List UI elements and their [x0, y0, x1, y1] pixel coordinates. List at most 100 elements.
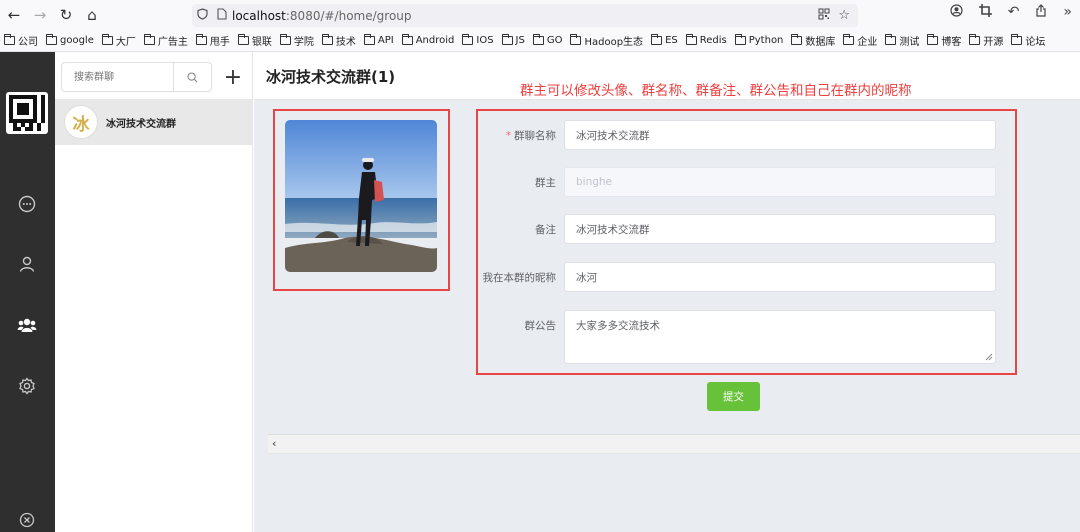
reload-icon: ↻ [59, 6, 73, 24]
bookmark-item[interactable]: google [46, 34, 94, 46]
bookmark-item[interactable]: GO [532, 34, 562, 46]
bookmark-label: 甩手 [209, 37, 230, 48]
folder-icon [101, 34, 113, 45]
bookmark-item[interactable]: 大厂 [101, 33, 136, 48]
notice-label: 群公告 [524, 320, 557, 332]
bookmark-item[interactable]: 博客 [927, 33, 961, 48]
home-button[interactable]: ⌂ [79, 2, 105, 28]
shield-icon[interactable] [192, 8, 212, 23]
folder-icon [501, 34, 513, 45]
bookmark-item[interactable]: 测试 [885, 33, 919, 48]
more-icon[interactable]: » [1063, 4, 1072, 21]
bookmark-item[interactable]: 开源 [969, 33, 1003, 48]
bookmark-label: 博客 [941, 37, 962, 48]
bookmark-item[interactable]: Android [401, 34, 455, 46]
search-button[interactable] [173, 63, 211, 91]
bookmark-item[interactable]: IOS [462, 34, 494, 46]
settings-icon[interactable] [16, 375, 38, 397]
group-search-input[interactable] [62, 63, 172, 91]
form-row-owner: 群主 binghe [476, 167, 996, 197]
plus-icon: + [223, 64, 243, 90]
folder-icon [570, 34, 582, 45]
account-icon[interactable] [950, 4, 963, 21]
bookmark-item[interactable]: 公司 [4, 33, 38, 48]
bookmark-label: API [377, 35, 394, 46]
bookmark-item[interactable]: ES [651, 34, 678, 46]
bookmark-item[interactable]: 技术 [321, 33, 356, 48]
bookmark-item[interactable]: JS [501, 34, 525, 46]
bookmark-label: Redis [699, 35, 727, 46]
share-icon[interactable] [1035, 4, 1047, 21]
bookmark-label: 企业 [857, 37, 878, 48]
user-icon[interactable] [16, 253, 38, 275]
bookmark-item[interactable]: Python [734, 34, 784, 46]
folder-icon [363, 34, 375, 45]
forward-button[interactable]: → [27, 2, 53, 28]
notice-text: 大家多多交流技术 [576, 320, 660, 332]
bookmark-label: Python [748, 35, 784, 46]
back-icon: ← [7, 6, 21, 24]
folder-icon [4, 34, 15, 45]
bookmark-item[interactable]: 学院 [279, 33, 314, 48]
bookmark-label: Hadoop生态 [584, 37, 644, 48]
notice-textarea[interactable]: 大家多多交流技术 [564, 310, 996, 364]
form-row-notice: 群公告 大家多多交流技术 [476, 310, 996, 364]
group-list-item[interactable]: 冰 冰河技术交流群 [55, 99, 252, 145]
crop-icon[interactable] [978, 4, 992, 21]
bookmark-label: 学院 [293, 37, 314, 48]
bookmark-label: ES [665, 35, 678, 46]
folder-icon [734, 34, 746, 45]
bookmark-item[interactable]: Redis [685, 34, 727, 46]
browser-tools: ↶ » [950, 4, 1072, 21]
bookmark-item[interactable]: 论坛 [1011, 33, 1045, 48]
group-detail-panel: 冰河技术交流群(1) 群主可以修改头像、群名称、群备注、群公告和自己在群内的昵称 [254, 52, 1080, 532]
bookmark-label: 银联 [251, 37, 272, 48]
scroll-left-icon[interactable]: ‹ [272, 437, 276, 450]
bookmark-label: Android [415, 35, 455, 46]
add-group-button[interactable]: + [219, 62, 247, 92]
chat-icon[interactable] [16, 193, 38, 215]
bookmark-item[interactable]: 广告主 [143, 33, 188, 48]
folder-icon [237, 34, 249, 45]
app-nav-rail [0, 52, 55, 532]
home-icon: ⌂ [87, 6, 97, 24]
reload-button[interactable]: ↻ [53, 2, 79, 28]
search-icon [187, 71, 198, 82]
resize-handle-icon[interactable] [985, 353, 993, 361]
back-button[interactable]: ← [1, 2, 27, 28]
owner-input: binghe [564, 167, 996, 197]
submit-button[interactable]: 提交 [707, 382, 760, 411]
address-bar[interactable]: localhost:8080/#/home/group ☆ [192, 4, 858, 27]
bookmark-item[interactable]: Hadoop生态 [570, 33, 643, 48]
nickname-input[interactable]: 冰河 [564, 262, 996, 292]
bookmark-item[interactable]: 银联 [237, 33, 272, 48]
group-name: 冰河技术交流群 [106, 118, 176, 130]
bookmark-item[interactable]: API [363, 34, 394, 46]
folder-icon [321, 34, 333, 45]
bookmark-item[interactable]: 企业 [843, 33, 877, 48]
bookmark-label: 大厂 [115, 37, 136, 48]
group-name-input[interactable]: 冰河技术交流群 [564, 120, 996, 150]
horizontal-scrollbar[interactable]: ‹ [268, 434, 1080, 454]
folder-icon [927, 34, 939, 45]
group-search [61, 62, 212, 92]
group-icon[interactable] [16, 314, 38, 336]
close-circle-icon[interactable] [16, 509, 38, 531]
folder-icon [791, 34, 803, 45]
group-avatar-image[interactable] [285, 120, 437, 272]
group-header: 冰河技术交流群(1) 群主可以修改头像、群名称、群备注、群公告和自己在群内的昵称 [254, 52, 1080, 100]
annotation-text: 群主可以修改头像、群名称、群备注、群公告和自己在群内的昵称 [520, 83, 912, 99]
group-avatar: 冰 [64, 105, 98, 139]
bookmark-item[interactable]: 数据库 [791, 33, 835, 48]
bookmark-item[interactable]: 甩手 [195, 33, 230, 48]
undo-icon[interactable]: ↶ [1008, 4, 1020, 21]
remark-input[interactable]: 冰河技术交流群 [564, 214, 996, 244]
bookmark-label: 测试 [899, 37, 920, 48]
required-mark: * [505, 129, 511, 142]
form-row-nickname: 我在本群的昵称 冰河 [476, 262, 996, 292]
form-row-name: * 群聊名称 冰河技术交流群 [476, 120, 996, 150]
star-icon[interactable]: ☆ [838, 8, 850, 24]
qr-icon[interactable] [818, 8, 830, 24]
bookmarks-bar: 公司 google 大厂 广告主 甩手 银联 学院 技术 API Android IOS JS GO Ha… [0, 30, 1080, 52]
bookmark-label: 公司 [18, 37, 38, 48]
